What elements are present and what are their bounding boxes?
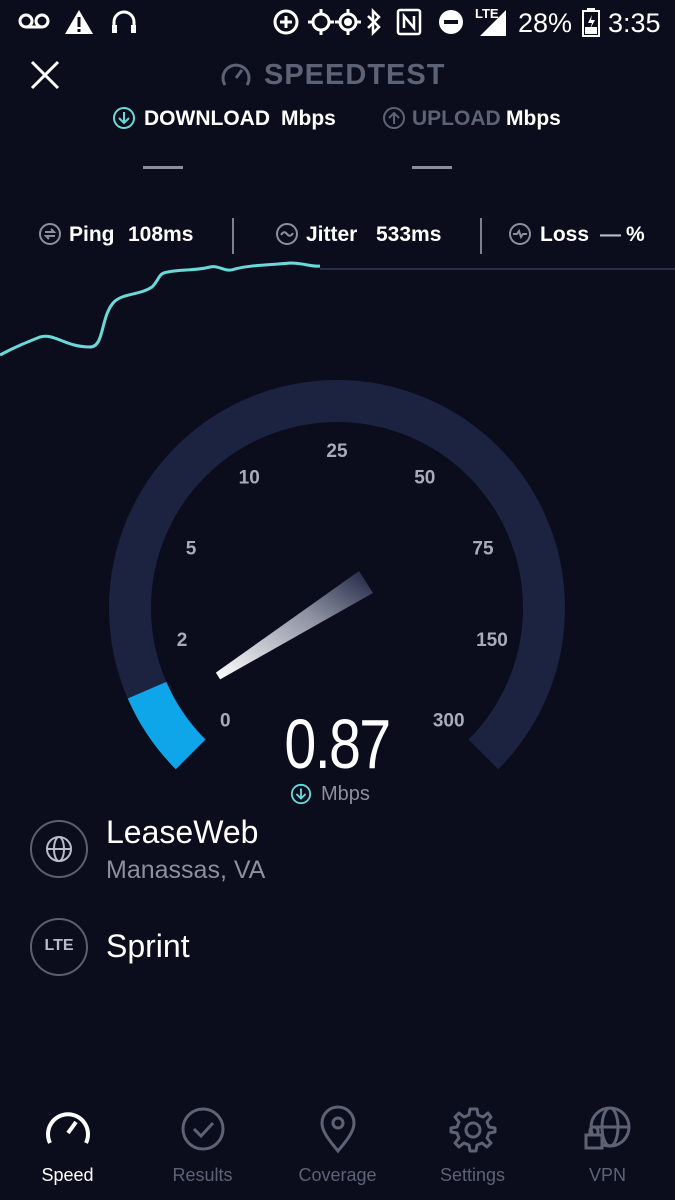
gauge-tick-5: 5 (186, 539, 197, 560)
jitter-value: 533ms (376, 223, 442, 246)
nav-coverage-label: Coverage (298, 1165, 377, 1185)
gauge-tick-50: 50 (414, 468, 435, 489)
metric-divider (232, 218, 234, 254)
map-pin-icon (320, 1105, 356, 1154)
download-label: DOWNLOAD (144, 107, 270, 130)
nav-speed-label: Speed (41, 1165, 94, 1185)
data-saver-icon (273, 9, 299, 35)
carrier-badge: LTE (30, 918, 88, 976)
gauge-progress (127, 681, 206, 770)
ping-label: Ping (69, 223, 115, 246)
speed-graph (0, 261, 675, 357)
nav-settings-label: Settings (439, 1165, 506, 1185)
gauge-tick-75: 75 (472, 539, 494, 560)
loss-value: — (600, 223, 621, 246)
download-unit: Mbps (281, 107, 336, 130)
upload-label: UPLOAD (412, 107, 501, 130)
upload-value-placeholder (412, 166, 452, 169)
speedometer-logo-icon (221, 63, 251, 86)
nav-vpn-label: VPN (588, 1165, 626, 1185)
tab-upload[interactable]: UPLOAD Mbps (382, 104, 582, 134)
metric-divider (480, 218, 482, 254)
gps-icon (335, 9, 361, 35)
download-value-placeholder (143, 166, 183, 169)
signal-icon (480, 10, 506, 36)
nav-settings[interactable]: Settings (405, 1105, 540, 1195)
speed-unit-text: Mbps (321, 783, 370, 805)
battery-icon (582, 8, 600, 37)
speed-unit: Mbps (290, 782, 390, 808)
speedometer-icon (46, 1112, 90, 1144)
location-icon (308, 9, 334, 35)
tab-download[interactable]: DOWNLOAD Mbps (112, 104, 342, 134)
jitter-metric: Jitter 533ms (275, 220, 465, 250)
gauge-tick-0: 0 (220, 711, 231, 732)
jitter-label: Jitter (306, 223, 358, 246)
ping-metric: Ping 108ms (38, 220, 218, 250)
headset-icon (112, 10, 136, 33)
server-location: Manassas, VA (106, 856, 266, 884)
voicemail-icon (18, 13, 50, 29)
gauge-tick-300: 300 (433, 711, 465, 732)
server-button[interactable] (30, 820, 88, 878)
gauge-tick-25: 25 (326, 441, 348, 462)
loss-unit: % (626, 223, 645, 246)
speed-reading: 0.87 (284, 705, 391, 783)
ping-icon (39, 223, 61, 245)
gauge-tick-150: 150 (476, 630, 508, 651)
upload-unit: Mbps (506, 107, 561, 130)
nav-speed[interactable]: Speed (0, 1105, 135, 1195)
loss-metric: Loss — % (508, 220, 658, 250)
clock: 3:35 (608, 8, 661, 38)
battery-percent: 28% (518, 8, 573, 38)
ping-value: 108ms (128, 223, 194, 246)
gauge-tick-2: 2 (177, 630, 188, 651)
app-title-text: SPEEDTEST (264, 59, 446, 91)
app-title: SPEEDTEST (220, 58, 460, 94)
download-speed-line (0, 261, 321, 357)
gear-icon (449, 1107, 497, 1153)
download-icon (290, 783, 312, 805)
server-name[interactable]: LeaseWeb (106, 814, 258, 851)
do-not-disturb-icon (439, 10, 463, 34)
upload-icon (383, 107, 405, 129)
nav-results[interactable]: Results (135, 1105, 270, 1195)
jitter-icon (276, 223, 298, 245)
globe-lock-icon (584, 1106, 631, 1150)
nav-coverage[interactable]: Coverage (270, 1105, 405, 1195)
warning-icon (65, 10, 93, 34)
nav-vpn[interactable]: VPN (540, 1105, 675, 1195)
gauge-tick-10: 10 (239, 468, 260, 489)
globe-icon (46, 836, 72, 862)
carrier-name: Sprint (106, 928, 190, 964)
nfc-icon (396, 8, 422, 36)
loss-icon (509, 223, 531, 245)
check-circle-icon (181, 1107, 225, 1151)
bluetooth-icon (367, 8, 381, 36)
loss-label: Loss (540, 223, 590, 246)
nav-results-label: Results (172, 1165, 233, 1185)
download-icon (113, 107, 135, 129)
status-bar: LTE 28% 3:35 (0, 0, 675, 48)
gauge-needle (215, 571, 373, 680)
carrier-badge-text: LTE (44, 937, 74, 954)
close-icon[interactable] (28, 58, 62, 92)
